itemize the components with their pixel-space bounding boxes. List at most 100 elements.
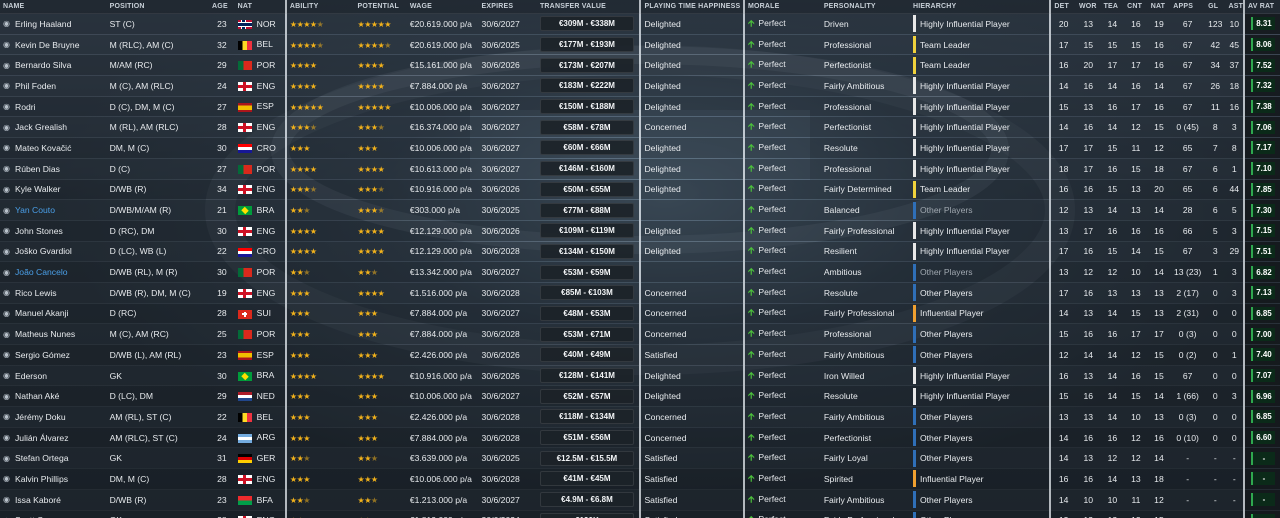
player-row[interactable]: ◉ Sergio Gómez D/WB (L), AM (RL) 23 ESP ★★★ ★★…: [0, 344, 1280, 366]
col-header-personality[interactable]: PERSONALITY: [820, 0, 910, 14]
col-header-playing-time-happiness[interactable]: PLAYING TIME HAPPINESS: [640, 0, 745, 14]
player-name-cell[interactable]: ◉ Mateo Kovačić: [0, 137, 107, 159]
player-name-cell[interactable]: ◉ Manuel Akanji: [0, 303, 107, 324]
player-row[interactable]: ◉Rúben DiasD (C)27POR★★★★★★★★★★€10.613.0…: [0, 158, 1280, 179]
col-header-hierarchy[interactable]: HIERARCHY: [909, 0, 1052, 14]
col-header-expires[interactable]: EXPIRES: [478, 0, 537, 14]
player-name[interactable]: Rico Lewis: [15, 288, 57, 298]
player-name-cell[interactable]: ◉ Phil Foden: [0, 75, 107, 97]
col-header-cnt[interactable]: CNT: [1124, 0, 1148, 14]
player-name-cell[interactable]: ◉Scott Carson: [0, 510, 107, 518]
transfer-value[interactable]: €128M - €141M: [539, 368, 634, 384]
player-row[interactable]: ◉Nathan AkéD (LC), DM29NED★★★★★★★★★★€10.…: [0, 385, 1280, 407]
player-row[interactable]: ◉Scott CarsonGK38ENG★★★★★★★★★★€1.819.000…: [0, 510, 1280, 518]
transfer-value[interactable]: €118M - €134M: [539, 409, 634, 425]
player-name[interactable]: Kyle Walker: [15, 184, 61, 194]
player-name-cell[interactable]: ◉ Rodri: [0, 96, 107, 117]
col-header-nat[interactable]: NAT: [234, 0, 287, 14]
player-name[interactable]: Kalvin Phillips: [15, 474, 68, 484]
player-name[interactable]: Jack Grealish: [15, 122, 67, 132]
player-row[interactable]: ◉Matheus NunesM (C), AM (RC)25POR★★★★★★★…: [0, 323, 1280, 345]
col-header-ability[interactable]: ABILITY: [285, 0, 355, 14]
transfer-value[interactable]: €53M - €59M: [539, 264, 634, 280]
player-name[interactable]: Erling Haaland: [15, 19, 71, 29]
player-name[interactable]: Ederson: [15, 371, 47, 381]
col-header-position[interactable]: POSITION: [106, 0, 210, 14]
transfer-value[interactable]: €58M - €78M: [539, 119, 634, 135]
player-name-cell[interactable]: ◉ Joško Gvardiol: [0, 241, 107, 262]
player-name-cell[interactable]: ◉ Kyle Walker: [0, 179, 107, 200]
transfer-value[interactable]: €60M - €66M: [539, 140, 634, 156]
col-header-ast[interactable]: AST: [1225, 0, 1246, 14]
player-row[interactable]: ◉Mateo KovačićDM, M (C)30CRO★★★★★★★★★★€1…: [0, 137, 1280, 159]
player-name[interactable]: Joško Gvardiol: [15, 246, 72, 256]
player-name-cell[interactable]: ◉ Stefan Ortega: [0, 447, 107, 469]
transfer-value[interactable]: €51M - €56M: [539, 430, 634, 446]
player-name[interactable]: Rodri: [15, 102, 36, 112]
player-row[interactable]: ◉Issa KaboréD/WB (R)23BFA★★★★★★★★★★€1.21…: [0, 489, 1280, 510]
player-name-cell[interactable]: ◉ Julián Álvarez: [0, 427, 107, 448]
transfer-value[interactable]: €12.5M - €15.5M: [539, 450, 634, 466]
col-header-name[interactable]: NAME: [0, 0, 107, 14]
col-header-wage[interactable]: WAGE: [406, 0, 479, 14]
transfer-value[interactable]: €109M - €119M: [539, 223, 634, 239]
player-name[interactable]: Phil Foden: [15, 81, 56, 91]
player-name-cell[interactable]: ◉ Rúben Dias: [0, 158, 107, 179]
player-name[interactable]: Jérémy Doku: [15, 412, 66, 422]
player-name[interactable]: Yan Couto: [15, 205, 55, 215]
transfer-value[interactable]: €85M - €103M: [539, 285, 634, 301]
transfer-value[interactable]: €40M - €49M: [539, 347, 634, 363]
player-name-cell[interactable]: ◉ João Cancelo: [0, 261, 107, 283]
player-name-cell[interactable]: ◉ Erling Haaland: [0, 13, 107, 35]
col-header-det[interactable]: DET: [1050, 0, 1076, 14]
player-row[interactable]: ◉ João Cancelo D/WB (RL), M (R) 30 POR ★★★ ★★★…: [0, 261, 1280, 283]
col-header-wor[interactable]: WOR: [1075, 0, 1101, 14]
player-name-cell[interactable]: ◉ Jérémy Doku: [0, 406, 107, 428]
player-row[interactable]: ◉Bernardo SilvaM/AM (RC)29POR★★★★★★★★★★€…: [0, 54, 1280, 76]
player-name[interactable]: John Stones: [15, 226, 63, 236]
player-name[interactable]: Rúben Dias: [15, 164, 60, 174]
transfer-value[interactable]: €150M - €188M: [539, 99, 634, 115]
player-row[interactable]: ◉ Erling Haaland ST (C) 23 NOR ★★★★★ ★★★★★ €20.…: [0, 13, 1280, 35]
player-row[interactable]: ◉Kyle WalkerD/WB (R)34ENG★★★★★★★★★★€10.9…: [0, 179, 1280, 200]
transfer-value[interactable]: €177M - €193M: [539, 37, 634, 53]
player-name[interactable]: Nathan Aké: [15, 391, 59, 401]
col-header-nat-attr[interactable]: NAT: [1147, 0, 1171, 14]
player-name-cell[interactable]: ◉ Issa Kaboré: [0, 489, 107, 510]
transfer-value[interactable]: €309M - €338M: [539, 16, 634, 32]
player-row[interactable]: ◉John StonesD (RC), DM30ENG★★★★★★★★★★€12…: [0, 220, 1280, 242]
col-header-potential[interactable]: POTENTIAL: [354, 0, 407, 14]
player-row[interactable]: ◉ Rico Lewis D/WB (R), DM, M (C) 19 ENG ★★★ ★★…: [0, 282, 1280, 304]
player-name-cell[interactable]: ◉ Yan Couto: [0, 199, 107, 221]
transfer-value[interactable]: €173M - €207M: [539, 57, 634, 73]
transfer-value[interactable]: €146M - €160M: [539, 161, 634, 177]
transfer-value[interactable]: €77M - €88M: [539, 202, 634, 218]
col-header-age[interactable]: AGE: [209, 0, 235, 14]
player-name-cell[interactable]: ◉ Kevin De Bruyne: [0, 34, 107, 55]
player-name-cell[interactable]: ◉ Sergio Gómez: [0, 344, 107, 366]
transfer-value[interactable]: €4.9M - €6.8M: [539, 492, 634, 508]
player-name-cell[interactable]: ◉ Matheus Nunes: [0, 323, 107, 345]
transfer-value[interactable]: €48M - €53M: [539, 305, 634, 321]
player-name[interactable]: Issa Kaboré: [15, 495, 61, 505]
player-row[interactable]: ◉Yan CoutoD/WB/M/AM (R)21BRA★★★★★★★★★★€3…: [0, 199, 1280, 221]
player-row[interactable]: ◉ Jack Grealish M (RL), AM (RLC) 28 ENG ★★★★ ★…: [0, 116, 1280, 138]
player-name-cell[interactable]: ◉ Rico Lewis: [0, 282, 107, 304]
player-name-cell[interactable]: ◉ John Stones: [0, 220, 107, 242]
player-name[interactable]: Matheus Nunes: [15, 329, 75, 339]
player-name-cell[interactable]: ◉ Jack Grealish: [0, 116, 107, 138]
transfer-value[interactable]: €190K: [539, 512, 634, 518]
player-name-cell[interactable]: ◉ Ederson: [0, 365, 107, 386]
player-name[interactable]: Sergio Gómez: [15, 350, 70, 360]
transfer-value[interactable]: €50M - €55M: [539, 181, 634, 197]
player-name[interactable]: Stefan Ortega: [15, 453, 69, 463]
transfer-value[interactable]: €183M - €222M: [539, 78, 634, 94]
transfer-value[interactable]: €134M - €150M: [539, 243, 634, 259]
player-name-cell[interactable]: ◉ Kalvin Phillips: [0, 468, 107, 490]
player-name[interactable]: Julián Álvarez: [15, 433, 69, 443]
player-row[interactable]: ◉EdersonGK30BRA★★★★★★★★★★€10.916.000 p/a…: [0, 365, 1280, 386]
col-header-morale[interactable]: MORALE: [743, 0, 821, 14]
player-row[interactable]: ◉Manuel AkanjiD (RC)28SUI★★★★★★★★★★€7.88…: [0, 303, 1280, 324]
player-row[interactable]: ◉ Rodri D (C), DM, M (C) 27 ESP ★★★★★ ★★★★★ €10…: [0, 96, 1280, 117]
col-header-gls[interactable]: GL: [1205, 0, 1226, 14]
